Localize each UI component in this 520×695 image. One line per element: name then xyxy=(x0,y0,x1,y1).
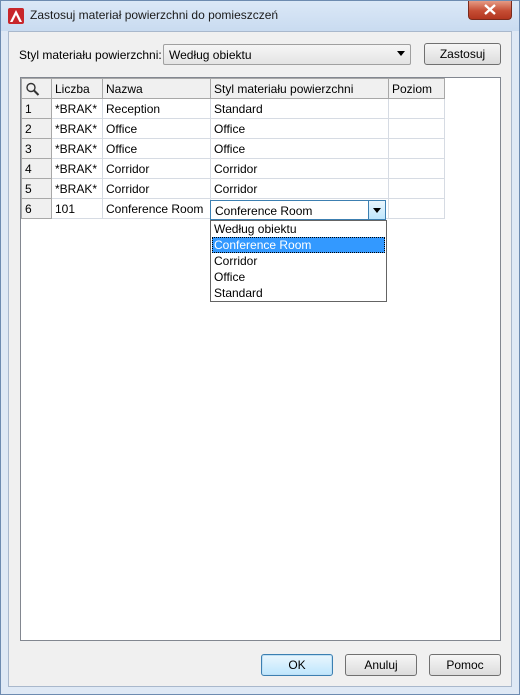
cell-name[interactable]: Office xyxy=(102,138,211,159)
cell-style[interactable]: Standard xyxy=(210,98,389,119)
surface-style-value: Według obiektu xyxy=(169,48,252,62)
surface-style-label: Styl materiału powierzchni: xyxy=(19,48,162,62)
column-header-name[interactable]: Nazwa xyxy=(102,78,211,99)
dropdown-option[interactable]: Office xyxy=(212,269,385,285)
cell-style[interactable]: Office xyxy=(210,118,389,139)
dropdown-option[interactable]: Corridor xyxy=(212,253,385,269)
rooms-table: Liczba Nazwa Styl materiału powierzchni … xyxy=(21,78,445,219)
cell-name[interactable]: Corridor xyxy=(102,158,211,179)
surface-style-combobox[interactable]: Według obiektu xyxy=(163,44,411,65)
cell-style[interactable]: Office xyxy=(210,138,389,159)
title-bar[interactable]: Zastosuj materiał powierzchni do pomiesz… xyxy=(1,1,519,31)
row-index[interactable]: 3 xyxy=(21,138,52,159)
column-header-level[interactable]: Poziom xyxy=(388,78,445,99)
search-header-cell[interactable] xyxy=(21,78,52,99)
cell-level[interactable] xyxy=(388,178,445,199)
cell-style[interactable]: Corridor xyxy=(210,158,389,179)
cell-level[interactable] xyxy=(388,198,445,219)
cell-level[interactable] xyxy=(388,118,445,139)
table-row[interactable]: 4 *BRAK* Corridor Corridor xyxy=(21,158,445,179)
dropdown-option[interactable]: Według obiektu xyxy=(212,221,385,237)
cell-level[interactable] xyxy=(388,98,445,119)
cell-name[interactable]: Office xyxy=(102,118,211,139)
cell-level[interactable] xyxy=(388,138,445,159)
table-row[interactable]: 2 *BRAK* Office Office xyxy=(21,118,445,139)
row-index[interactable]: 4 xyxy=(21,158,52,179)
cell-number[interactable]: *BRAK* xyxy=(51,138,103,159)
autocad-app-icon xyxy=(8,8,24,24)
table-row[interactable]: 5 *BRAK* Corridor Corridor xyxy=(21,178,445,199)
table-row[interactable]: 1 *BRAK* Reception Standard xyxy=(21,98,445,119)
column-header-number[interactable]: Liczba xyxy=(51,78,103,99)
help-button[interactable]: Pomoc xyxy=(429,654,501,676)
dropdown-option[interactable]: Standard xyxy=(212,285,385,301)
dropdown-option-selected[interactable]: Conference Room xyxy=(212,237,385,253)
rooms-grid: Liczba Nazwa Styl materiału powierzchni … xyxy=(20,77,501,641)
close-icon xyxy=(484,4,496,15)
cell-number[interactable]: *BRAK* xyxy=(51,98,103,119)
cell-number[interactable]: *BRAK* xyxy=(51,178,103,199)
window-title: Zastosuj materiał powierzchni do pomiesz… xyxy=(30,8,279,22)
cell-level[interactable] xyxy=(388,158,445,179)
cell-number[interactable]: *BRAK* xyxy=(51,118,103,139)
cell-number[interactable]: 101 xyxy=(51,198,103,219)
row-index[interactable]: 5 xyxy=(21,178,52,199)
cell-style[interactable]: Corridor xyxy=(210,178,389,199)
close-button[interactable] xyxy=(468,1,512,20)
ok-button[interactable]: OK xyxy=(261,654,333,676)
cell-name[interactable]: Conference Room xyxy=(102,198,211,219)
style-cell-editor-value: Conference Room xyxy=(215,204,313,218)
dropdown-arrow-button[interactable] xyxy=(368,201,385,219)
dialog-window: Zastosuj materiał powierzchni do pomiesz… xyxy=(0,0,520,695)
style-dropdown-list: Według obiektu Conference Room Corridor … xyxy=(210,220,387,302)
row-index[interactable]: 6 xyxy=(21,198,52,219)
table-row[interactable]: 3 *BRAK* Office Office xyxy=(21,138,445,159)
cell-number[interactable]: *BRAK* xyxy=(51,158,103,179)
chevron-down-icon[interactable] xyxy=(397,51,405,56)
apply-button[interactable]: Zastosuj xyxy=(424,43,501,65)
style-cell-editor[interactable]: Conference Room xyxy=(210,200,386,220)
column-header-style[interactable]: Styl materiału powierzchni xyxy=(210,78,389,99)
cancel-button[interactable]: Anuluj xyxy=(345,654,417,676)
search-icon[interactable] xyxy=(25,82,41,96)
row-index[interactable]: 2 xyxy=(21,118,52,139)
cell-name[interactable]: Corridor xyxy=(102,178,211,199)
header-row: Liczba Nazwa Styl materiału powierzchni … xyxy=(21,78,445,99)
cell-name[interactable]: Reception xyxy=(102,98,211,119)
row-index[interactable]: 1 xyxy=(21,98,52,119)
